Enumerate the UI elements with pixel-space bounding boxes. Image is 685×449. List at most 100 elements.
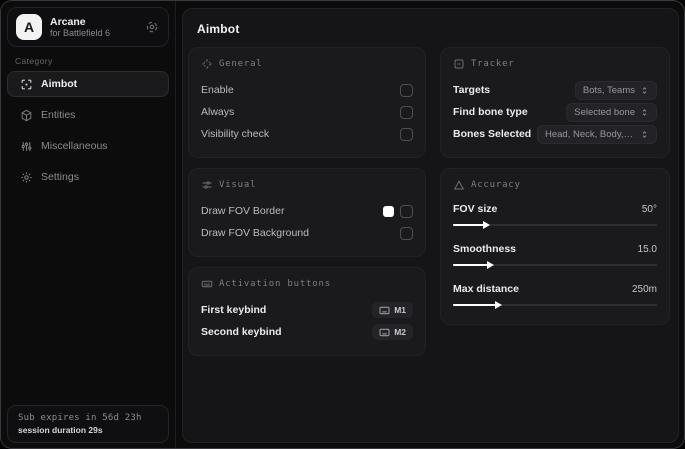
visual-card: Visual Draw FOV Border Draw FOV Backgrou… <box>188 168 426 257</box>
gear-icon <box>20 171 33 184</box>
activation-card: Activation buttons First keybind M1 Seco… <box>188 267 426 356</box>
sidebar-item-aimbot[interactable]: Aimbot <box>7 71 169 97</box>
smoothness-value: 15.0 <box>637 243 657 255</box>
row-label: Draw FOV Background <box>201 227 309 239</box>
activation-card-header: Activation buttons <box>201 278 413 290</box>
row-label: Bones Selected <box>453 128 532 140</box>
crosshair-scan-icon <box>20 78 33 91</box>
subscription-expiry: Sub expires in 56d 23h <box>18 413 142 423</box>
row-label: Targets <box>453 84 491 96</box>
chevrons-up-down-icon <box>640 107 649 118</box>
sidebar-item-miscellaneous[interactable]: Miscellaneous <box>7 133 169 159</box>
row-label: First keybind <box>201 304 267 316</box>
page-title: Aimbot <box>197 22 240 36</box>
smoothness-group: Smoothness 15.0 <box>453 240 657 270</box>
targets-select[interactable]: Bots, Teams <box>574 80 657 100</box>
horizontal-sliders-icon <box>201 179 213 191</box>
row-label: Second keybind <box>201 326 282 338</box>
slider-fill <box>453 261 494 269</box>
visual-row-fov-border: Draw FOV Border <box>201 200 413 222</box>
sidebar-nav: Aimbot Entities Miscellaneous Settings <box>7 71 169 195</box>
bones-selected-row: Bones Selected Head, Neck, Body, Pe.. <box>453 123 657 145</box>
activation-card-title: Activation buttons <box>219 279 331 289</box>
general-row-enable: Enable <box>201 79 413 101</box>
fov-background-checkbox[interactable] <box>400 226 413 240</box>
general-card-title: General <box>219 59 263 69</box>
keyboard-icon <box>379 328 390 337</box>
sidebar-item-label: Aimbot <box>41 78 78 90</box>
cube-icon <box>20 109 33 122</box>
max-distance-value: 250m <box>631 283 657 295</box>
fov-border-controls <box>383 204 413 218</box>
visibility-check-checkbox[interactable] <box>400 127 413 141</box>
app-window: A Arcane for Battlefield 6 Category Aimb… <box>0 0 685 449</box>
find-bone-type-value: Selected bone <box>574 106 635 118</box>
row-label: Smoothness <box>453 243 517 255</box>
sidebar: A Arcane for Battlefield 6 Category Aimb… <box>1 1 176 448</box>
slider-fill <box>453 221 490 229</box>
sync-icon[interactable] <box>144 19 160 35</box>
accuracy-card-header: Accuracy <box>453 179 657 191</box>
keybind-value: M1 <box>394 305 406 315</box>
general-row-always: Always <box>201 101 413 123</box>
always-checkbox[interactable] <box>400 105 413 119</box>
sidebar-item-settings[interactable]: Settings <box>7 164 169 190</box>
tracker-card: Tracker Targets Bots, Teams Find bone ty… <box>440 47 670 158</box>
app-logo: A <box>16 14 42 40</box>
sliders-icon <box>20 140 33 153</box>
visual-card-header: Visual <box>201 179 413 191</box>
row-label: Always <box>201 106 235 118</box>
sidebar-item-label: Miscellaneous <box>41 140 108 152</box>
fov-size-group: FOV size 50° <box>453 200 657 230</box>
fov-border-color-swatch[interactable] <box>383 205 394 217</box>
fov-size-value: 50° <box>641 203 657 215</box>
brand-text: Arcane for Battlefield 6 <box>50 16 136 38</box>
first-keybind-button[interactable]: M1 <box>372 302 413 318</box>
chevrons-up-down-icon <box>640 129 649 140</box>
targets-value: Bots, Teams <box>582 84 635 96</box>
brand-name: Arcane <box>50 15 86 28</box>
sidebar-item-label: Entities <box>41 109 76 121</box>
accuracy-card-title: Accuracy <box>471 180 521 190</box>
second-keybind-button[interactable]: M2 <box>372 324 413 340</box>
row-label: Visibility check <box>201 128 270 140</box>
general-card-header: General <box>201 58 413 70</box>
chevrons-up-down-icon <box>640 85 649 96</box>
brand-subtitle: for Battlefield 6 <box>50 27 111 38</box>
slider-thumb[interactable] <box>482 221 490 229</box>
row-label: Find bone type <box>453 106 528 118</box>
triangle-icon <box>453 179 465 191</box>
fov-size-slider[interactable] <box>453 220 657 230</box>
row-label: FOV size <box>453 203 498 215</box>
slider-thumb[interactable] <box>486 261 494 269</box>
smoothness-slider[interactable] <box>453 260 657 270</box>
general-row-visibility: Visibility check <box>201 123 413 145</box>
targets-row: Targets Bots, Teams <box>453 79 657 101</box>
sidebar-item-entities[interactable]: Entities <box>7 102 169 128</box>
crosshair-dashed-icon <box>201 58 213 70</box>
first-keybind-row: First keybind M1 <box>201 299 413 321</box>
visual-row-fov-background: Draw FOV Background <box>201 222 413 244</box>
square-minus-icon <box>453 58 465 70</box>
keyboard-icon <box>201 278 213 290</box>
row-label: Draw FOV Border <box>201 205 285 217</box>
brand-header: A Arcane for Battlefield 6 <box>7 7 169 47</box>
slider-thumb[interactable] <box>494 301 502 309</box>
bones-selected-select[interactable]: Head, Neck, Body, Pe.. <box>537 124 657 144</box>
max-distance-slider[interactable] <box>453 300 657 310</box>
bones-selected-value: Head, Neck, Body, Pe.. <box>545 128 635 140</box>
category-label: Category <box>15 56 53 66</box>
keyboard-icon <box>379 306 390 315</box>
subscription-box: Sub expires in 56d 23h session duration … <box>7 405 169 443</box>
enable-checkbox[interactable] <box>400 83 413 97</box>
sidebar-item-label: Settings <box>41 171 79 183</box>
find-bone-type-row: Find bone type Selected bone <box>453 101 657 123</box>
row-label: Max distance <box>453 283 519 295</box>
tracker-card-header: Tracker <box>453 58 657 70</box>
accuracy-card: Accuracy FOV size 50° Smoothness 15.0 Ma… <box>440 168 670 325</box>
slider-fill <box>453 301 502 309</box>
left-column: General Enable Always Visibility check V… <box>188 47 426 366</box>
find-bone-type-select[interactable]: Selected bone <box>566 102 657 122</box>
fov-border-checkbox[interactable] <box>400 204 413 218</box>
keybind-value: M2 <box>394 327 406 337</box>
